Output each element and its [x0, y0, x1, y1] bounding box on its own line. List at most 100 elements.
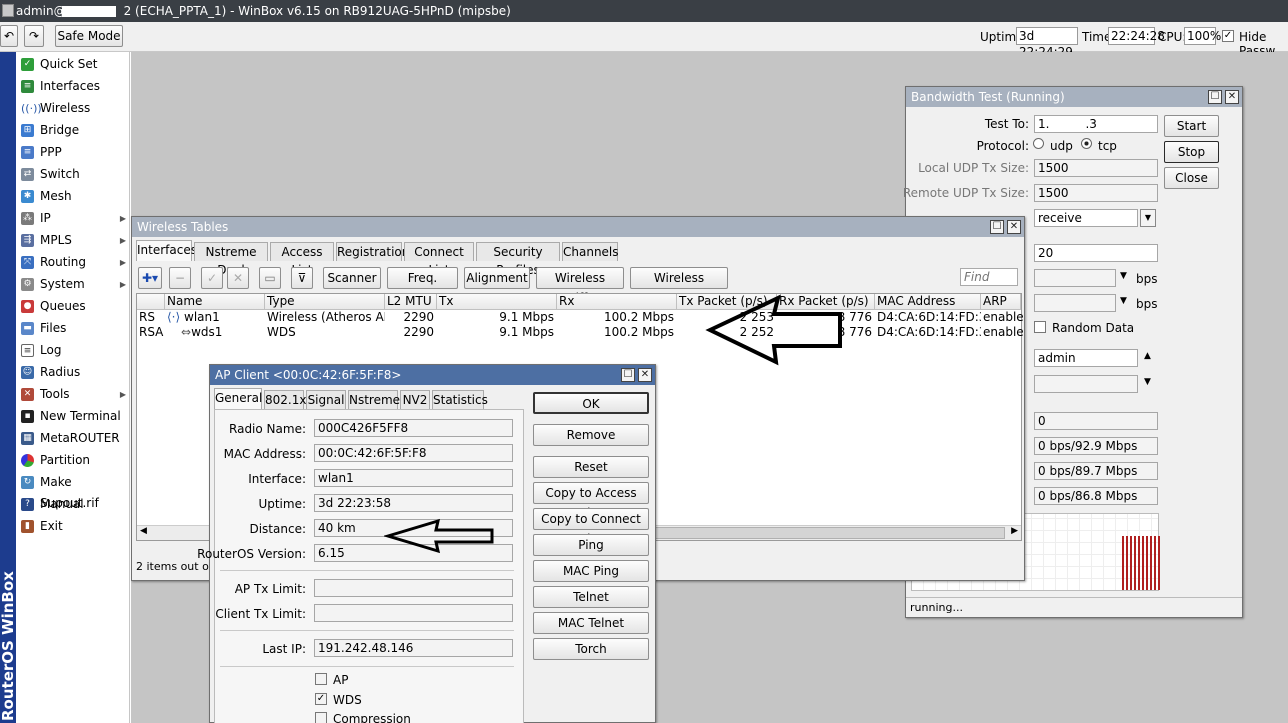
copy-to-access-list-button[interactable]: Copy to Access List	[533, 482, 649, 520]
close-icon[interactable]: ✕	[1225, 90, 1239, 104]
comment-button[interactable]: ▭	[259, 267, 281, 289]
add-button[interactable]: ✚▾	[138, 267, 162, 289]
sidebar-item-system[interactable]: ⚙ System ▶	[18, 274, 128, 295]
sidebar-item-bridge[interactable]: ⊞ Bridge	[18, 120, 128, 141]
ok-button[interactable]: OK	[533, 392, 649, 414]
sidebar-item-log[interactable]: ≡ Log	[18, 340, 128, 361]
tab-access-list[interactable]: Access List	[270, 242, 334, 277]
dropdown-arrow-icon[interactable]: ▼	[1120, 271, 1127, 281]
user-input[interactable]: admin	[1034, 349, 1138, 367]
scroll-left-icon[interactable]: ◀	[140, 526, 147, 536]
mac-telnet-button[interactable]: MAC Telnet	[533, 612, 649, 634]
column-header-name[interactable]: Name	[165, 294, 265, 310]
tab-nstreme[interactable]: Nstreme	[348, 390, 400, 409]
tab-security-profiles[interactable]: Security Profiles	[476, 242, 560, 277]
tab-general[interactable]: General	[214, 388, 262, 409]
column-header-tx[interactable]: Tx	[437, 294, 557, 310]
filter-button[interactable]: ⊽	[291, 267, 313, 289]
wireless-sniffer-button[interactable]: Wireless Sniffer	[536, 267, 624, 305]
tab-channels[interactable]: Channels	[562, 242, 619, 261]
local-udp-tx-size-input[interactable]: 1500	[1034, 159, 1158, 177]
wireless-tables-titlebar[interactable]: Wireless Tables	[132, 217, 1024, 237]
close-button[interactable]: Close	[1164, 167, 1219, 189]
column-header-arp[interactable]: ARP	[981, 294, 1021, 310]
telnet-button[interactable]: Telnet	[533, 586, 649, 608]
column-header-mac[interactable]: MAC Address	[875, 294, 981, 310]
duration-input[interactable]: 20	[1034, 244, 1158, 262]
sidebar-item-manual[interactable]: ? Manual	[18, 494, 128, 515]
sidebar-item-mpls[interactable]: ⇶ MPLS ▶	[18, 230, 128, 251]
tab-interfaces[interactable]: Interfaces	[136, 240, 197, 261]
sidebar-item-ip[interactable]: ⁂ IP ▶	[18, 208, 128, 229]
ap-client-titlebar[interactable]: AP Client <00:0C:42:6F:5F:F8>	[210, 365, 655, 385]
sidebar-item-radius[interactable]: ☺ Radius	[18, 362, 128, 383]
undo-button[interactable]: ↶	[0, 25, 18, 47]
password-input[interactable]	[1034, 375, 1138, 393]
column-header-flags[interactable]	[137, 294, 165, 310]
direction-select[interactable]: receive	[1034, 209, 1138, 227]
remote-tx-speed-input[interactable]	[1034, 294, 1116, 312]
sidebar-item-wireless[interactable]: ((·)) Wireless	[18, 98, 128, 119]
maximize-icon[interactable]: ☐	[621, 368, 635, 382]
torch-button[interactable]: Torch	[533, 638, 649, 660]
tab-statistics[interactable]: Statistics	[432, 390, 488, 409]
test-to-input[interactable]: 1. .3	[1034, 115, 1158, 133]
sidebar-item-ppp[interactable]: ≡ PPP	[18, 142, 128, 163]
dropdown-arrow-icon[interactable]: ▼	[1140, 209, 1156, 227]
ping-button[interactable]: Ping	[533, 534, 649, 556]
copy-to-connect-list-button[interactable]: Copy to Connect List	[533, 508, 649, 546]
sidebar-item-tools[interactable]: ✕ Tools ▶	[18, 384, 128, 405]
tab-nstreme-dual[interactable]: Nstreme Dual	[194, 242, 268, 277]
udp-radio[interactable]	[1033, 138, 1044, 149]
bandwidth-test-titlebar[interactable]: Bandwidth Test (Running)	[906, 87, 1242, 107]
hide-passwords-checkbox[interactable]: ✓	[1222, 30, 1234, 42]
column-header-rx[interactable]: Rx	[557, 294, 677, 310]
tab-nv2[interactable]: NV2	[400, 390, 430, 409]
sidebar-item-make-supout[interactable]: ↻ Make Supout.rif	[18, 472, 128, 510]
wireless-snooper-button[interactable]: Wireless Snooper	[630, 267, 728, 305]
tab-signal[interactable]: Signal	[306, 390, 346, 409]
sidebar-item-exit[interactable]: ▮ Exit	[18, 516, 128, 537]
stop-button[interactable]: Stop	[1164, 141, 1219, 163]
sidebar-item-metarouter[interactable]: ▦ MetaROUTER	[18, 428, 128, 449]
dropdown-arrow-icon[interactable]: ▼	[1144, 377, 1151, 387]
sidebar-item-new-terminal[interactable]: ▪ New Terminal	[18, 406, 128, 427]
enable-button[interactable]: ✓	[201, 267, 223, 289]
remove-button[interactable]: −	[169, 267, 191, 289]
close-icon[interactable]: ✕	[1007, 220, 1021, 234]
reset-button[interactable]: Reset	[533, 456, 649, 478]
safe-mode-button[interactable]: Safe Mode	[55, 25, 123, 47]
find-input[interactable]	[960, 268, 1018, 286]
scroll-right-icon[interactable]: ▶	[1011, 526, 1018, 536]
sidebar-item-queues[interactable]: ● Queues	[18, 296, 128, 317]
freq-usage-button[interactable]: Freq. Usage	[387, 267, 458, 305]
local-tx-speed-input[interactable]	[1034, 269, 1116, 287]
sidebar-item-interfaces[interactable]: ≡ Interfaces	[18, 76, 128, 97]
sidebar-item-files[interactable]: ▬ Files	[18, 318, 128, 339]
tcp-radio[interactable]	[1081, 138, 1092, 149]
scrollbar-thumb[interactable]	[655, 527, 1005, 539]
maximize-icon[interactable]: ☐	[990, 220, 1004, 234]
disable-button[interactable]: ✕	[227, 267, 249, 289]
dropdown-arrow-icon[interactable]: ▼	[1120, 296, 1127, 306]
collapse-arrow-icon[interactable]: ▲	[1144, 351, 1151, 361]
close-icon[interactable]: ✕	[638, 368, 652, 382]
column-header-l2mtu[interactable]: L2 MTU	[385, 294, 437, 310]
sidebar-item-quick-set[interactable]: ✓ Quick Set	[18, 54, 128, 75]
tab-registration[interactable]: Registration	[336, 242, 409, 261]
tab-connect-list[interactable]: Connect List	[404, 242, 474, 277]
mac-ping-button[interactable]: MAC Ping	[533, 560, 649, 582]
sidebar-item-switch[interactable]: ⇄ Switch	[18, 164, 128, 185]
random-data-checkbox[interactable]	[1034, 321, 1046, 333]
sidebar-item-routing[interactable]: ⤧ Routing ▶	[18, 252, 128, 273]
redo-button[interactable]: ↷	[24, 25, 44, 47]
alignment-button[interactable]: Alignment	[464, 267, 530, 289]
remote-udp-tx-size-input[interactable]: 1500	[1034, 184, 1158, 202]
column-header-type[interactable]: Type	[265, 294, 385, 310]
start-button[interactable]: Start	[1164, 115, 1219, 137]
remove-button[interactable]: Remove	[533, 424, 649, 446]
sidebar-item-partition[interactable]: Partition	[18, 450, 128, 471]
scanner-button[interactable]: Scanner	[323, 267, 381, 289]
tab-802-1x[interactable]: 802.1x	[264, 390, 306, 409]
sidebar-item-mesh[interactable]: ✱ Mesh	[18, 186, 128, 207]
